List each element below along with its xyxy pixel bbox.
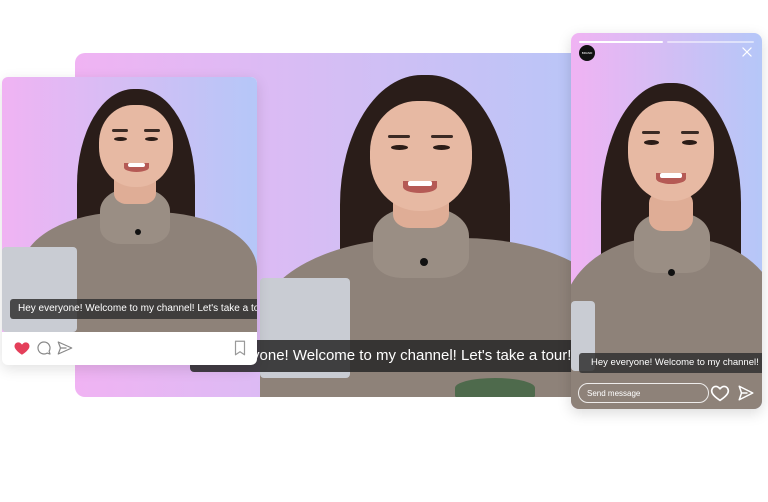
feed-post-media[interactable] — [2, 77, 257, 332]
presenter-left-eye — [114, 137, 127, 141]
presenter-face — [99, 105, 173, 187]
presenter-face — [370, 101, 472, 211]
feed-post-caption: Hey everyone! Welcome to my channel! Let… — [10, 299, 257, 319]
bookmark-icon[interactable] — [231, 339, 249, 357]
story-progress-segment — [579, 41, 663, 43]
presenter-teeth — [128, 163, 145, 167]
presenter-left-eye — [391, 145, 408, 150]
presenter-right-eye — [433, 145, 450, 150]
plant — [455, 378, 535, 397]
presenter-right-brow — [431, 135, 453, 138]
presenter-left-brow — [112, 129, 128, 132]
presenter-right-brow — [144, 129, 160, 132]
presenter-right-eye — [682, 140, 697, 145]
lapel-mic — [668, 269, 675, 276]
presenter-face — [628, 101, 714, 201]
presenter-left-eye — [644, 140, 659, 145]
feed-post-card[interactable]: Hey everyone! Welcome to my channel! Let… — [2, 77, 257, 365]
send-icon[interactable] — [737, 384, 755, 402]
presenter-teeth — [660, 173, 682, 178]
presenter-right-eye — [145, 137, 158, 141]
story-caption: Hey everyone! Welcome to my channel! — [579, 353, 762, 373]
close-icon[interactable] — [740, 45, 754, 59]
presenter-left-brow — [388, 135, 410, 138]
story-avatar-text: BRAND — [581, 51, 593, 55]
heart-icon[interactable] — [13, 339, 31, 357]
comment-icon[interactable] — [35, 339, 53, 357]
lapel-mic — [420, 258, 428, 266]
presenter-teeth — [408, 181, 432, 186]
presenter-right-brow — [681, 131, 699, 134]
story-avatar[interactable]: BRAND — [579, 45, 595, 61]
laptop — [2, 247, 77, 332]
presenter-left-brow — [642, 131, 660, 134]
story-card[interactable]: BRAND Hey everyone! Welcome to my channe… — [571, 33, 762, 409]
story-progress-segment — [667, 41, 754, 43]
lapel-mic — [135, 229, 141, 235]
share-icon[interactable] — [56, 339, 74, 357]
heart-icon[interactable] — [710, 384, 730, 402]
send-message-input[interactable] — [578, 383, 709, 403]
feed-post-actions — [2, 335, 257, 363]
